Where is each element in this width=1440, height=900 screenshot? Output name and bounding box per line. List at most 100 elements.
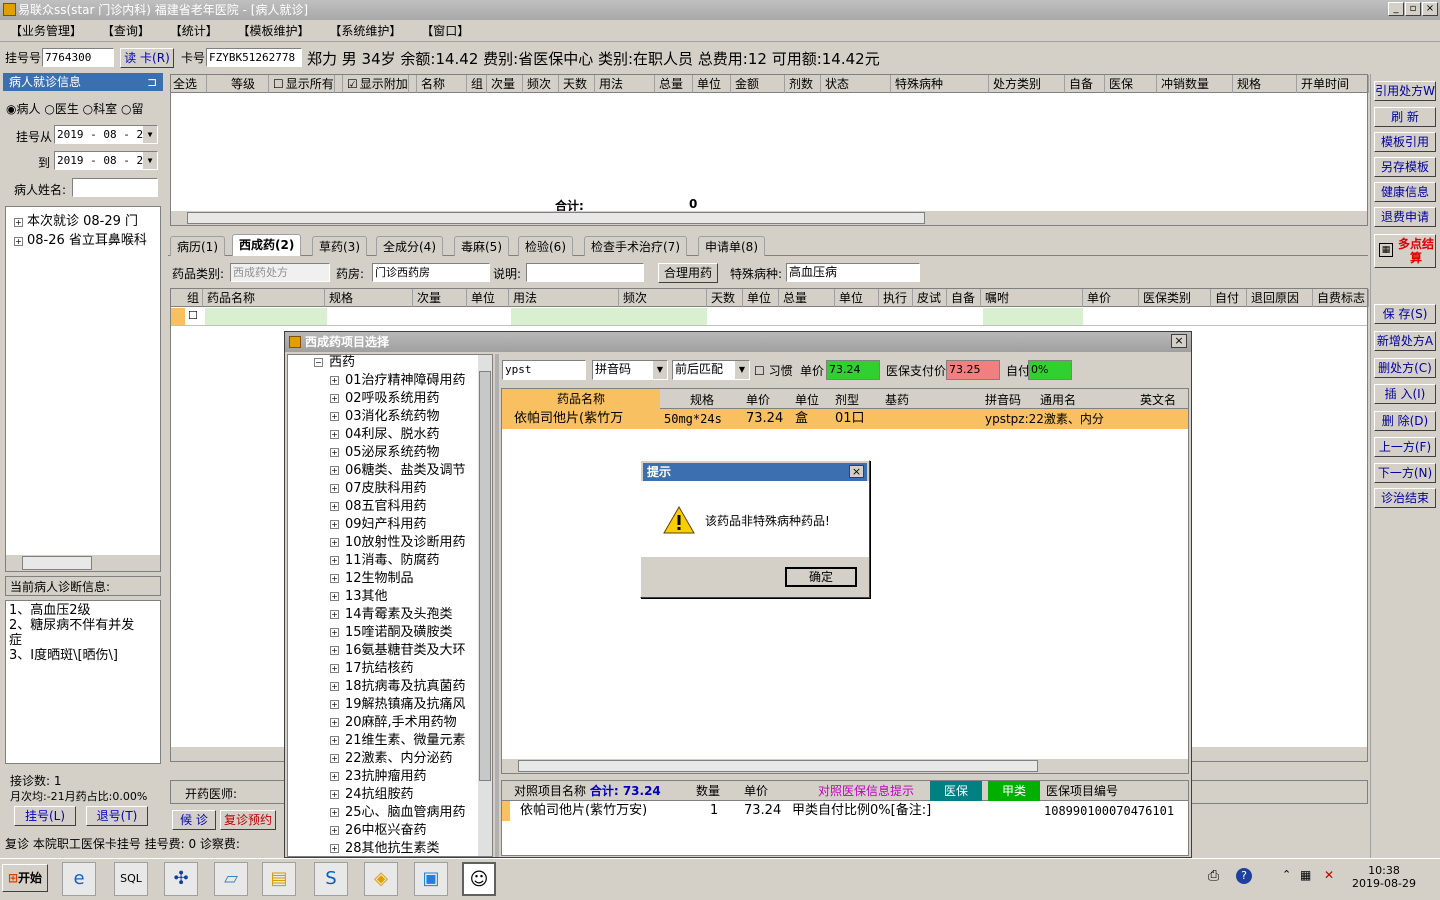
tree-category[interactable]: +14青霉素及头孢类 [330,606,478,624]
sql-icon[interactable]: SQL [114,862,148,896]
tab-narcotic[interactable]: 毒麻(5) [454,236,509,256]
printer-icon[interactable]: ⎙ [1208,868,1219,884]
quote-rx-button[interactable]: 引用处方W [1374,81,1436,101]
app-user-icon[interactable]: ☺ [462,862,496,896]
template-quote-button[interactable]: 模板引用 [1374,132,1436,152]
tree-category[interactable]: +04利尿、脱水药 [330,426,478,444]
tab-lab[interactable]: 检验(6) [518,236,573,256]
show-all-checkbox[interactable]: ☐ 显示所有 [271,75,343,93]
tree-category[interactable]: +15喹诺酮及磺胺类 [330,624,478,642]
show-extra-checkbox[interactable]: ☑ 显示附加 [345,75,417,93]
match-position-select[interactable]: 前后匹配 ▼ [672,360,750,380]
drug-type-select[interactable]: 西成药处方 [230,263,330,282]
restore-button[interactable]: ▫ [1405,2,1421,16]
visit-item[interactable]: +08-26 省立耳鼻喉科 [14,229,147,248]
save-template-button[interactable]: 另存模板 [1374,157,1436,177]
insert-button[interactable]: 插 入(I) [1374,384,1436,404]
delete-button[interactable]: 删 除(D) [1374,411,1436,431]
tree-category[interactable]: +26中枢兴奋药 [330,822,478,840]
hscrollbar[interactable] [502,759,1188,773]
tab-full-component[interactable]: 全成分(4) [376,236,443,256]
revisit-button[interactable]: 复诊预约 [220,810,276,830]
hscrollbar[interactable] [6,555,160,571]
date-to-field[interactable]: 2019 - 08 - 29 ▼ [54,151,158,170]
tree-category[interactable]: +06糖类、盐类及调节 [330,462,478,480]
tree-category[interactable]: +03消化系统药物 [330,408,478,426]
health-info-button[interactable]: 健康信息 [1374,182,1436,202]
notebook-icon[interactable]: ▱ [214,862,248,896]
tree-category[interactable]: +22激素、内分泌药 [330,750,478,768]
folder-icon[interactable]: ▤ [262,862,296,896]
menu-query[interactable]: 【查询】 [96,20,156,42]
drug-entry-row[interactable]: ☐ [171,308,1367,326]
tab-record[interactable]: 病历(1) [170,236,225,256]
tree-category[interactable]: +25心、脑血管病用药 [330,804,478,822]
start-button[interactable]: ⊞开始 [2,864,48,892]
volume-muted-icon[interactable]: ✕ [1324,868,1334,882]
tree-category[interactable]: +09妇产科用药 [330,516,478,534]
tree-category[interactable]: +19解热镇痛及抗痛风 [330,696,478,714]
network-icon[interactable]: ▦ [1300,868,1311,882]
tree-category[interactable]: +07皮肤科用药 [330,480,478,498]
menu-business[interactable]: 【业务管理】 [4,20,88,42]
menu-window[interactable]: 【窗口】 [415,20,475,42]
finish-visit-button[interactable]: 诊治结束 [1374,488,1436,508]
note-select[interactable] [526,263,644,282]
minimize-button[interactable]: _ [1388,2,1404,16]
tree-category[interactable]: +23抗肿瘤用药 [330,768,478,786]
tray-expand-icon[interactable]: ⌃ [1282,868,1291,881]
tree-category[interactable]: +21维生素、微量元素 [330,732,478,750]
delete-rx-button[interactable]: 删处方(C) [1374,358,1436,378]
radio-doctor[interactable]: ○医生 [44,102,79,116]
tree-category[interactable]: +13其他 [330,588,478,606]
new-rx-button[interactable]: 新增处方A [1374,331,1436,351]
tree-category[interactable]: +02呼吸系统用药 [330,390,478,408]
habit-checkbox[interactable]: ☐ 习惯 [754,362,793,379]
menu-stats[interactable]: 【统计】 [164,20,224,42]
tree-category[interactable]: +18抗病毒及抗真菌药 [330,678,478,696]
visit-item[interactable]: + 本次就诊 08-29 门 [14,210,138,229]
vscrollbar[interactable] [478,355,492,856]
save-button[interactable]: 保 存(S) [1374,304,1436,324]
tab-exam[interactable]: 检查手术治疗(7) [584,236,687,256]
date-from-field[interactable]: 2019 - 08 - 22 ▼ [54,125,158,144]
reg-no-field[interactable]: 7764300 [42,48,114,67]
prev-rx-button[interactable]: 上一方(F) [1374,437,1436,457]
tree-category[interactable]: +17抗结核药 [330,660,478,678]
refresh-button[interactable]: 刷 新 [1374,107,1436,127]
next-rx-button[interactable]: 下一方(N) [1374,463,1436,483]
tree-category[interactable]: +16氨基糖苷类及大环 [330,642,478,660]
tree-category[interactable]: +10放射性及诊断用药 [330,534,478,552]
close-button[interactable]: × [1422,2,1438,16]
close-icon[interactable]: × [849,465,864,478]
tree-category[interactable]: +11消毒、防腐药 [330,552,478,570]
compass-icon[interactable]: ✣ [164,862,198,896]
close-icon[interactable]: × [1171,334,1187,348]
pharmacy-select[interactable]: 门诊西药房 [372,263,490,282]
tree-category[interactable]: +24抗组胺药 [330,786,478,804]
tab-herbal[interactable]: 草药(3) [312,236,367,256]
tab-request[interactable]: 申请单(8) [698,236,765,256]
tree-category[interactable]: +28其他抗生素类 [330,840,478,858]
multi-settle-button[interactable]: ▦ 多点结算 [1374,234,1436,268]
radio-stay[interactable]: ○留 [121,102,144,116]
coins-icon[interactable]: ◈ [364,862,398,896]
unregister-button[interactable]: 退号(T) [86,806,148,826]
radio-dept[interactable]: ○科室 [83,102,118,116]
read-card-button[interactable]: 读 卡(R) [120,48,174,68]
swirl-icon[interactable]: S [314,862,348,896]
radio-patient[interactable]: ◉病人 [6,102,41,116]
tree-category[interactable]: +05泌尿系统药物 [330,444,478,462]
tab-western-drug[interactable]: 西成药(2) [232,234,302,256]
wait-button[interactable]: 候 诊 [172,810,216,830]
insurance-info-row[interactable]: 依帕司他片(紫竹万安) 1 73.24 甲类自付比例0%[备注:] 108990… [502,801,1188,821]
rational-drug-button[interactable]: 合理用药 [658,263,718,283]
match-mode-select[interactable]: 拼音码 ▼ [592,360,668,380]
special-disease-select[interactable]: 高血压病 [786,263,920,282]
tree-root[interactable]: − 西药 [314,354,355,372]
drug-result-row[interactable]: 依帕司他片(紫竹万 50mg*24s 73.24 盒 01口 ypstpz:22… [502,409,1188,429]
drug-search-input[interactable]: ypst [502,360,586,380]
ie-icon[interactable]: e [62,862,96,896]
register-button[interactable]: 挂号(L) [14,806,76,826]
windows-icon[interactable]: ▣ [414,862,448,896]
